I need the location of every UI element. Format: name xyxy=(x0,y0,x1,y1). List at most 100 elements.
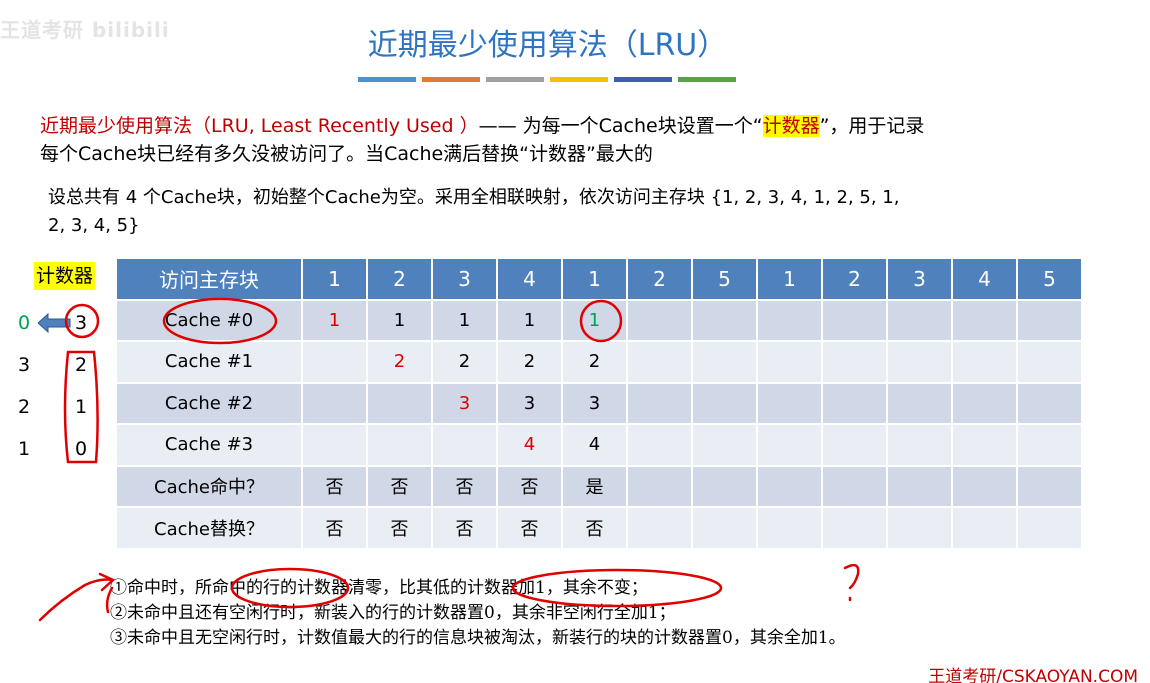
table-cell: 否 xyxy=(498,466,563,508)
intro-dash: —— xyxy=(478,115,523,137)
table-cell xyxy=(693,425,758,467)
table-cell xyxy=(693,383,758,425)
table-cell xyxy=(1018,508,1083,550)
footer-brand: 王道考研/CSKAOYAN.COM xyxy=(928,667,1138,683)
table-cell: 否 xyxy=(433,466,498,508)
table-cell: 2 xyxy=(498,342,563,384)
color-bar xyxy=(358,77,416,82)
table-cell xyxy=(1018,425,1083,467)
color-bar xyxy=(614,77,672,82)
table-row: Cache #1 2 2 2 2 xyxy=(117,342,1083,384)
table-cell xyxy=(1018,383,1083,425)
table-cell: 3 xyxy=(563,383,628,425)
table-cell xyxy=(1018,342,1083,384)
table-cell xyxy=(1018,466,1083,508)
table-cell xyxy=(823,300,888,342)
table-cell xyxy=(693,300,758,342)
rule-item: ③未命中且无空闲行时，计数值最大的行的信息块被淘汰，新装行的块的计数器置0，其余… xyxy=(110,628,846,648)
access-header: 3 xyxy=(888,259,953,301)
table-row: Cache #2 3 3 3 xyxy=(117,383,1083,425)
table-cell xyxy=(953,466,1018,508)
access-header: 1 xyxy=(303,259,368,301)
table-cell: 1 xyxy=(498,300,563,342)
table-cell xyxy=(368,383,433,425)
counter-value: 3 xyxy=(75,312,88,334)
title-color-bars xyxy=(358,77,736,82)
left-value: 3 xyxy=(18,354,31,376)
table-cell xyxy=(628,300,693,342)
left-value: 1 xyxy=(18,438,31,460)
table-cell: 4 xyxy=(498,425,563,467)
table-row: Cache #3 4 4 xyxy=(117,425,1083,467)
table-cell: 否 xyxy=(303,508,368,550)
table-cell xyxy=(433,425,498,467)
access-header: 1 xyxy=(563,259,628,301)
table-cell xyxy=(823,342,888,384)
table-cell: 否 xyxy=(433,508,498,550)
table-cell xyxy=(823,508,888,550)
row-label: Cache #3 xyxy=(117,425,303,467)
counter-value: 2 xyxy=(75,354,88,376)
table-row: Cache替换？ 否 否 否 否 否 xyxy=(117,508,1083,550)
table-cell xyxy=(628,342,693,384)
access-header: 2 xyxy=(628,259,693,301)
table-cell: 4 xyxy=(563,425,628,467)
table-cell: 1 xyxy=(433,300,498,342)
rule-item: ②未命中且还有空闲行时，新装入的行的计数器置0，其余非空闲行全加1； xyxy=(110,603,676,623)
counter-value: 0 xyxy=(75,438,88,460)
left-value: 0 xyxy=(18,312,31,334)
table-cell xyxy=(1018,300,1083,342)
intro-text-a: 为每一个Cache块设置一个“ xyxy=(522,115,763,137)
intro-text-b: ”，用于记录 xyxy=(819,115,925,137)
color-bar xyxy=(550,77,608,82)
table-cell xyxy=(628,466,693,508)
table-cell xyxy=(628,425,693,467)
row-label: Cache #0 xyxy=(117,300,303,342)
table-cell xyxy=(888,342,953,384)
intro-line2: 每个Cache块已经有多久没被访问了。当Cache满后替换“计数器”最大的 xyxy=(40,143,653,165)
table-cell xyxy=(823,383,888,425)
table-row: Cache命中？ 否 否 否 否 是 xyxy=(117,466,1083,508)
table-row: Cache #0 1 1 1 1 1 xyxy=(117,300,1083,342)
table-header-label: 访问主存块 xyxy=(117,259,303,301)
access-header: 4 xyxy=(498,259,563,301)
table-cell xyxy=(628,383,693,425)
table-cell xyxy=(953,508,1018,550)
left-value: 2 xyxy=(18,396,31,418)
row-label: Cache #1 xyxy=(117,342,303,384)
access-header: 2 xyxy=(823,259,888,301)
table-cell xyxy=(888,300,953,342)
lru-term: 近期最少使用算法（LRU, Least Recently Used ） xyxy=(40,115,479,137)
access-header: 5 xyxy=(693,259,758,301)
table-cell: 否 xyxy=(368,508,433,550)
table-cell xyxy=(303,383,368,425)
table-header-row: 访问主存块 1 2 3 4 1 2 5 1 2 3 4 5 xyxy=(117,259,1083,301)
table-cell: 1 xyxy=(303,300,368,342)
access-header: 4 xyxy=(953,259,1018,301)
access-header: 2 xyxy=(368,259,433,301)
lru-table: 访问主存块 1 2 3 4 1 2 5 1 2 3 4 5 Cache #0 1… xyxy=(117,259,1083,550)
table-cell xyxy=(758,342,823,384)
color-bar xyxy=(422,77,480,82)
access-header: 1 xyxy=(758,259,823,301)
table-cell xyxy=(758,425,823,467)
table-cell: 否 xyxy=(498,508,563,550)
table-cell xyxy=(758,466,823,508)
table-cell xyxy=(693,466,758,508)
table-cell xyxy=(823,425,888,467)
table-cell xyxy=(823,466,888,508)
question-mark-stroke xyxy=(843,563,860,590)
table-cell: 3 xyxy=(498,383,563,425)
table-cell: 否 xyxy=(563,508,628,550)
table-cell xyxy=(758,508,823,550)
table-cell xyxy=(628,508,693,550)
table-cell xyxy=(693,508,758,550)
color-bar xyxy=(678,77,736,82)
row-label: Cache替换？ xyxy=(117,508,303,550)
table-cell: 否 xyxy=(368,466,433,508)
table-cell xyxy=(758,383,823,425)
table-cell: 2 xyxy=(563,342,628,384)
table-cell: 2 xyxy=(433,342,498,384)
table-cell xyxy=(953,383,1018,425)
arrow-left-icon xyxy=(38,313,71,333)
